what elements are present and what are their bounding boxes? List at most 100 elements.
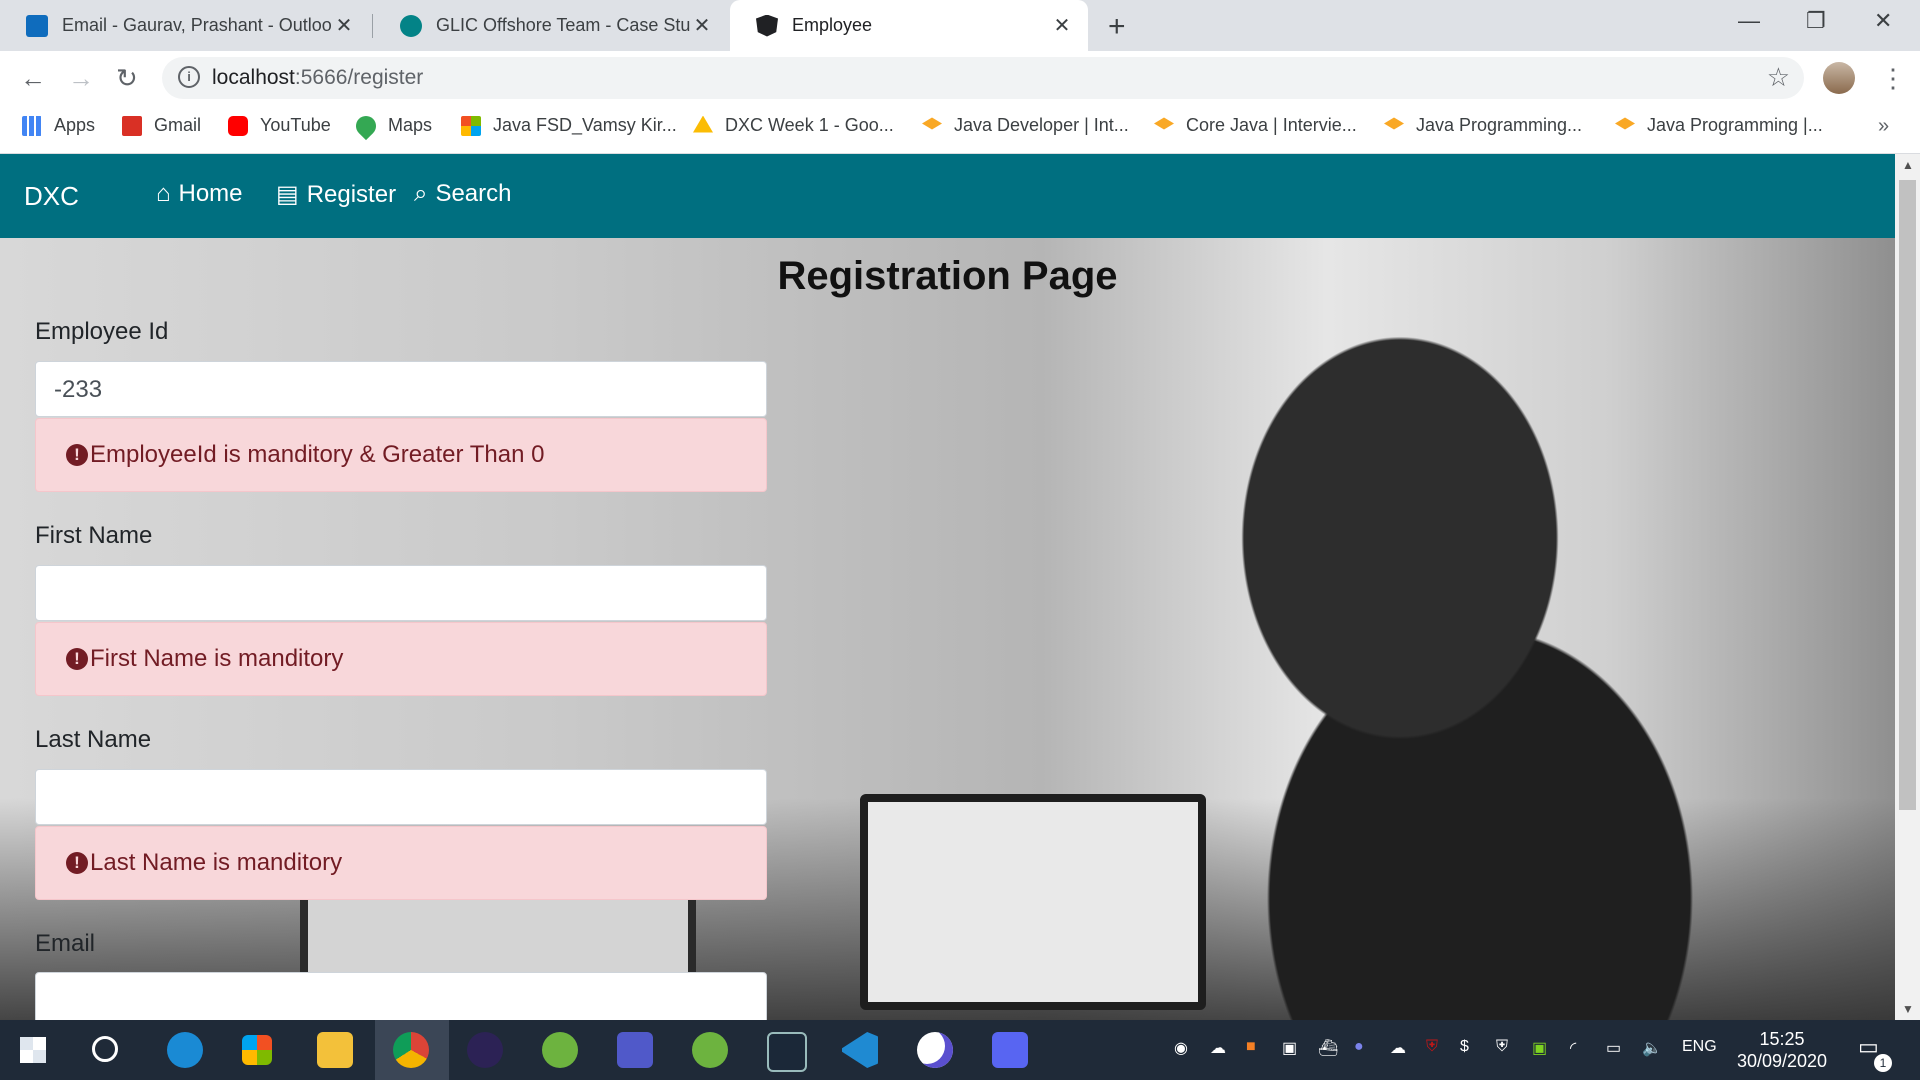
site-info-icon[interactable]: i: [178, 66, 200, 88]
edge-icon[interactable]: [167, 1032, 203, 1068]
spring-tools-icon[interactable]: [542, 1032, 578, 1068]
profile-avatar[interactable]: [1823, 62, 1855, 94]
tray-app-icon[interactable]: ▣: [1282, 1038, 1297, 1058]
bookmark-label: Core Java | Intervie...: [1186, 115, 1357, 135]
discord-icon[interactable]: [992, 1032, 1028, 1068]
bookmark-java-programming-2[interactable]: Java Programming |...: [1615, 115, 1823, 136]
bookmark-label: Java Developer | Int...: [954, 115, 1129, 135]
nav-search[interactable]: ⌕ Search: [414, 180, 512, 208]
bookmark-label: Java Programming...: [1416, 115, 1583, 135]
close-icon[interactable]: ✕: [332, 13, 356, 38]
teams-icon[interactable]: [617, 1032, 653, 1068]
chrome-icon[interactable]: [393, 1032, 429, 1068]
tab-title: GLIC Offshore Team - Case Study: [436, 15, 690, 35]
discord-tray-icon[interactable]: ◉: [1174, 1038, 1188, 1058]
first-name-error: ! First Name is manditory: [35, 622, 767, 696]
bookmark-core-java[interactable]: Core Java | Intervie...: [1154, 115, 1357, 136]
app-icon[interactable]: [917, 1032, 953, 1068]
close-window-button[interactable]: ✕: [1874, 8, 1892, 34]
intellij-icon[interactable]: ▣: [1532, 1038, 1547, 1058]
employee-id-label: Employee Id: [35, 318, 169, 345]
minimize-button[interactable]: —: [1738, 8, 1760, 34]
system-clock[interactable]: 15:25 30/09/2020: [1734, 1028, 1830, 1072]
bookmark-label: Apps: [54, 115, 96, 135]
bookmark-gmail[interactable]: Gmail: [122, 115, 201, 136]
bookmark-java-programming-1[interactable]: Java Programming...: [1384, 115, 1582, 136]
battery-icon[interactable]: ▭: [1606, 1038, 1621, 1058]
search-icon[interactable]: [92, 1036, 118, 1062]
docker-icon[interactable]: ⛴: [1318, 1038, 1338, 1058]
teams-tray-icon[interactable]: ●: [1354, 1038, 1364, 1056]
bookmark-java-fsd[interactable]: Java FSD_Vamsy Kir...: [461, 115, 677, 136]
mcafee-icon[interactable]: ⛨: [1426, 1038, 1438, 1056]
nav-label: Home: [178, 180, 243, 207]
bookmarks-overflow-icon[interactable]: »: [1878, 115, 1889, 138]
mysql-icon[interactable]: [767, 1032, 807, 1072]
error-text: First Name is manditory: [90, 645, 344, 672]
bookmark-youtube[interactable]: YouTube: [228, 115, 331, 136]
bookmark-label: Java Programming |...: [1647, 115, 1823, 135]
security-shield-icon[interactable]: ⛨: [1496, 1038, 1508, 1056]
maps-pin-icon: [351, 111, 381, 140]
tab-outlook[interactable]: Email - Gaurav, Prashant - Outloo ✕: [0, 0, 370, 51]
bookmark-java-developer[interactable]: Java Developer | Int...: [922, 115, 1129, 136]
last-name-input[interactable]: [35, 769, 767, 825]
windows-start-icon[interactable]: [20, 1037, 46, 1063]
scroll-down-icon[interactable]: ▼: [1902, 1002, 1914, 1016]
error-text: EmployeeId is manditory & Greater Than 0: [90, 441, 545, 468]
url-text[interactable]: localhost:5666/register: [212, 66, 423, 90]
apps-grid-icon: [22, 115, 42, 136]
vscode-icon[interactable]: [842, 1032, 878, 1068]
nav-register[interactable]: ▤ Register: [276, 180, 396, 209]
tab-sharepoint[interactable]: GLIC Offshore Team - Case Study ✕: [374, 0, 728, 51]
page-scrollbar[interactable]: ▲ ▼: [1895, 154, 1920, 1020]
wifi-icon[interactable]: ◜: [1570, 1038, 1576, 1058]
bookmark-label: YouTube: [260, 115, 331, 135]
windows-taskbar: ◉ ☁ ■ ▣ ⛴ ● ☁ ⛨ $ ⛨ ▣ ◜ ▭ 🔈 ENG 15:25 30…: [0, 1020, 1920, 1080]
brand-logo[interactable]: DXC: [24, 181, 79, 212]
tab-title: Employee: [792, 15, 873, 35]
close-icon[interactable]: ✕: [1050, 13, 1074, 38]
bookmark-apps[interactable]: Apps: [22, 115, 95, 136]
restore-button[interactable]: ❐: [1806, 8, 1826, 34]
tray-app-icon[interactable]: $: [1460, 1038, 1469, 1056]
page-viewport: DXC ⌂ Home ▤ Register ⌕ Search Registration…: [0, 154, 1895, 1020]
new-tab-button[interactable]: +: [1108, 10, 1126, 44]
menu-kebab-icon[interactable]: ⋮: [1880, 63, 1906, 94]
error-text: Last Name is manditory: [90, 849, 343, 876]
bookmark-star-icon[interactable]: ☆: [1767, 62, 1790, 93]
file-explorer-icon[interactable]: [317, 1032, 353, 1068]
nav-label: Search: [435, 180, 512, 207]
exclamation-circle-icon: !: [66, 852, 88, 874]
spring-tools-icon[interactable]: [692, 1032, 728, 1068]
nav-home[interactable]: ⌂ Home: [156, 180, 243, 208]
tray-app-icon[interactable]: ■: [1246, 1038, 1256, 1056]
email-input[interactable]: [35, 972, 767, 1020]
youtube-icon: [228, 115, 248, 136]
bookmark-maps[interactable]: Maps: [351, 111, 432, 140]
background-laptop: [860, 794, 1206, 1010]
bookmark-dxc-week1[interactable]: DXC Week 1 - Goo...: [693, 115, 894, 136]
bookmarks-bar: Apps Gmail YouTube Maps Java FSD_Vamsy K…: [0, 105, 1920, 154]
back-button[interactable]: ←: [20, 63, 46, 94]
graduation-cap-icon: [1154, 117, 1174, 130]
eclipse-icon[interactable]: [467, 1032, 503, 1068]
scroll-up-icon[interactable]: ▲: [1902, 158, 1914, 172]
close-icon[interactable]: ✕: [690, 13, 714, 38]
tray-app-icon[interactable]: ☁: [1210, 1038, 1226, 1058]
tab-employee[interactable]: Employee ✕: [730, 0, 1088, 51]
scrollbar-thumb[interactable]: [1899, 180, 1916, 810]
reload-button[interactable]: ↻: [116, 63, 138, 94]
onedrive-icon[interactable]: ☁: [1390, 1038, 1406, 1058]
store-icon[interactable]: [242, 1035, 272, 1065]
volume-icon[interactable]: 🔈: [1642, 1038, 1662, 1058]
address-bar[interactable]: i localhost:5666/register ☆: [162, 57, 1804, 99]
employee-id-error: ! EmployeeId is manditory & Greater Than …: [35, 418, 767, 492]
employee-id-input[interactable]: -233: [35, 361, 767, 417]
graduation-cap-icon: [922, 117, 942, 130]
first-name-input[interactable]: [35, 565, 767, 621]
language-indicator[interactable]: ENG: [1682, 1038, 1717, 1056]
microsoft-icon: [461, 115, 481, 136]
forward-button[interactable]: →: [68, 63, 94, 94]
notification-count: 1: [1874, 1054, 1892, 1072]
